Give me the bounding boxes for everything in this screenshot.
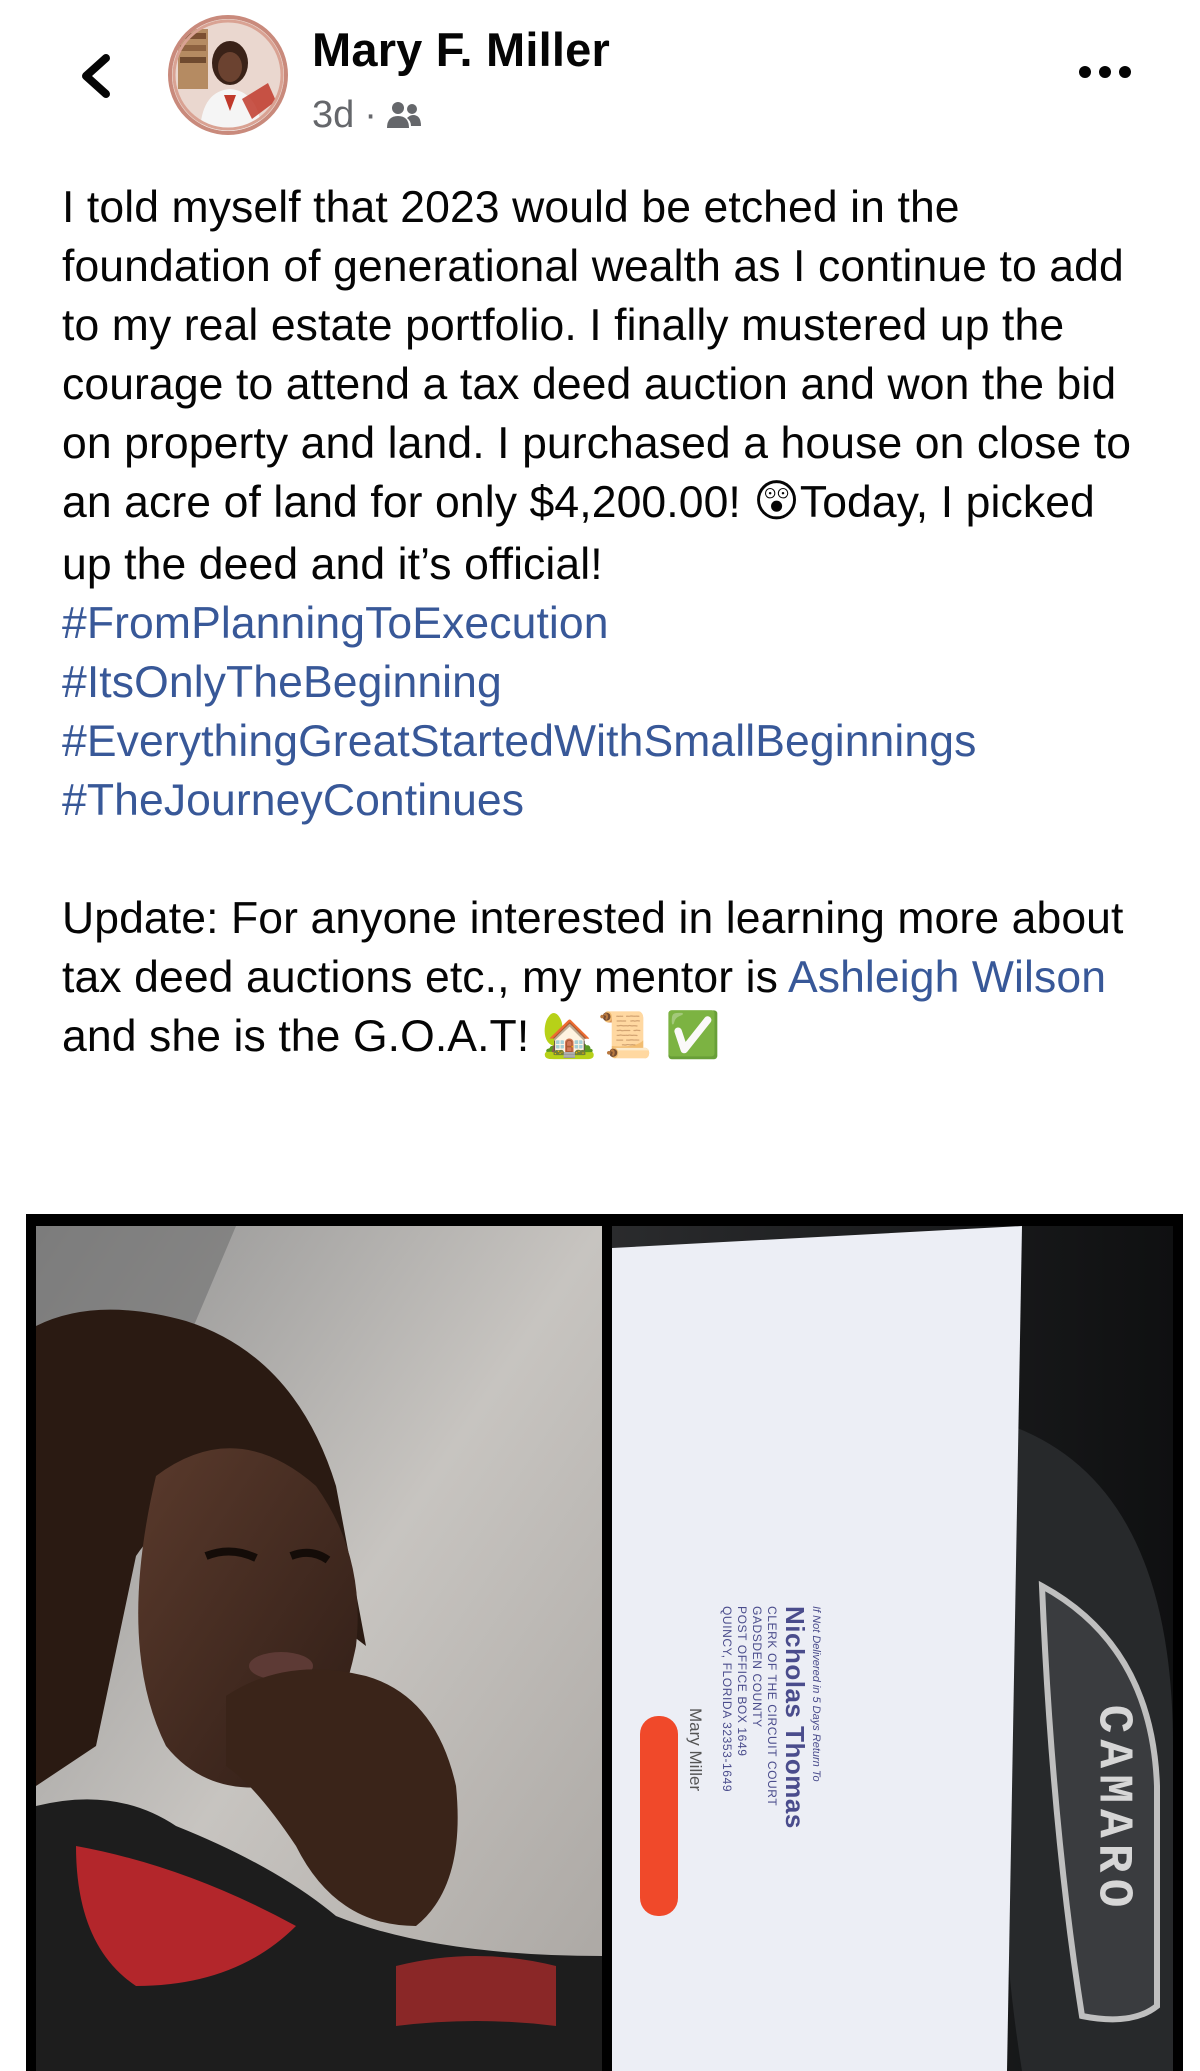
envelope-recipient: Mary Miller (686, 1708, 705, 1792)
hashtag-list: #FromPlanningToExecution #ItsOnlyTheBegi… (62, 594, 1147, 830)
photo-collage: If Not Delivered in 5 Days Return To Nic… (26, 1214, 1183, 2071)
selfie-image (36, 1226, 602, 2071)
chevron-left-icon (82, 54, 110, 98)
meta-separator: · (364, 93, 377, 136)
avatar-photo (172, 19, 284, 131)
post-text-main: I told myself that 2023 would be etched … (62, 183, 1132, 527)
photo-envelope[interactable]: If Not Delivered in 5 Days Return To Nic… (612, 1226, 1173, 2071)
hashtag-link[interactable]: #FromPlanningToExecution (62, 594, 1147, 653)
more-options-button[interactable] (1075, 62, 1135, 82)
post-header: Mary F. Miller 3d · (0, 0, 1200, 150)
post-update-paragraph: Update: For anyone interested in learnin… (62, 889, 1147, 1069)
author-avatar[interactable] (168, 15, 288, 135)
update-text-end: and she is the G.O.A.T! (62, 1011, 530, 1061)
envelope-return-address: If Not Delivered in 5 Days Return To Nic… (719, 1606, 822, 2071)
more-horizontal-icon (1079, 66, 1131, 78)
back-button[interactable] (70, 40, 120, 110)
photo-selfie[interactable] (36, 1226, 602, 2071)
hashtag-link[interactable]: #TheJourneyContinues (62, 771, 1147, 830)
astonished-face-icon: 😲 (753, 476, 800, 526)
envelope-address-line: CLERK OF THE CIRCUIT COURT (765, 1606, 779, 1807)
house-icon: 🏡 (541, 1010, 598, 1060)
post-paragraph: I told myself that 2023 would be etched … (62, 178, 1147, 594)
hashtag-link[interactable]: #EverythingGreatStartedWithSmallBeginnin… (62, 712, 1147, 771)
envelope-address-line: POST OFFICE BOX 1649 (735, 1606, 749, 1757)
hashtag-link[interactable]: #ItsOnlyTheBeginning (62, 653, 1147, 712)
envelope-address-line: GADSDEN COUNTY (750, 1606, 764, 1728)
check-mark-icon: ✅ (665, 1010, 721, 1060)
post-meta: 3d · (312, 90, 423, 140)
author-name[interactable]: Mary F. Miller (312, 22, 610, 77)
envelope-sender-name: Nicholas Thomas (780, 1606, 810, 1829)
envelope-return-note: If Not Delivered in 5 Days Return To (810, 1606, 822, 1782)
post-text: I told myself that 2023 would be etched … (62, 178, 1147, 1069)
camaro-badge-text: CAMARO (1085, 1704, 1140, 1914)
friends-icon (386, 102, 421, 128)
camaro-badge: CAMARO (1082, 1644, 1142, 1974)
post-time[interactable]: 3d (312, 94, 354, 137)
mention-link-ashleigh-wilson[interactable]: Ashleigh Wilson (788, 953, 1106, 1002)
scroll-icon: 📜 (597, 1010, 653, 1060)
envelope-address-line: QUINCY, FLORIDA 32353-1649 (720, 1606, 734, 1793)
